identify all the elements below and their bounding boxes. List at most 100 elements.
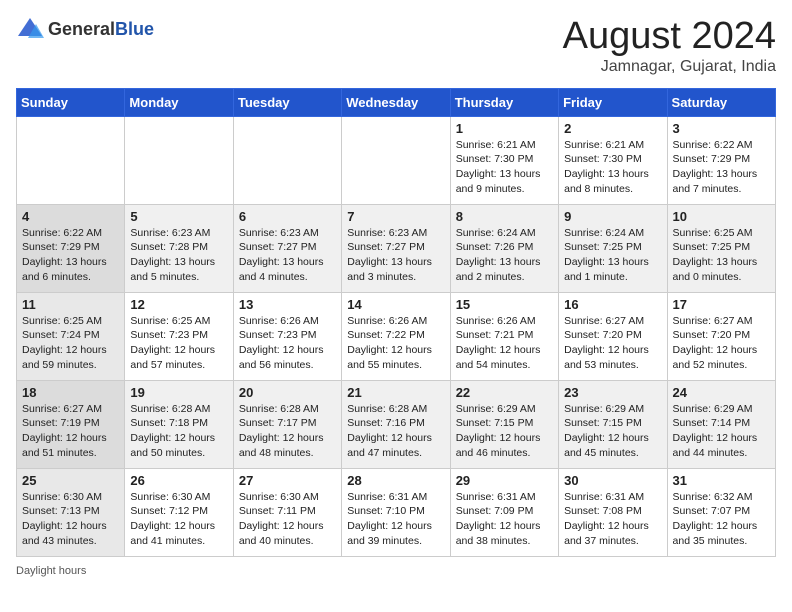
- table-cell: 17 Sunrise: 6:27 AM Sunset: 7:20 PM Dayli…: [667, 292, 775, 380]
- day-info: Sunrise: 6:30 AM Sunset: 7:13 PM Dayligh…: [22, 490, 119, 549]
- day-info: Sunrise: 6:24 AM Sunset: 7:26 PM Dayligh…: [456, 226, 553, 285]
- day-number: 23: [564, 385, 661, 400]
- header-saturday: Saturday: [667, 88, 775, 116]
- day-info: Sunrise: 6:27 AM Sunset: 7:20 PM Dayligh…: [673, 314, 770, 373]
- day-info: Sunrise: 6:23 AM Sunset: 7:27 PM Dayligh…: [347, 226, 444, 285]
- day-info: Sunrise: 6:29 AM Sunset: 7:15 PM Dayligh…: [456, 402, 553, 461]
- day-number: 31: [673, 473, 770, 488]
- day-info: Sunrise: 6:23 AM Sunset: 7:28 PM Dayligh…: [130, 226, 227, 285]
- table-cell: 23 Sunrise: 6:29 AM Sunset: 7:15 PM Dayli…: [559, 380, 667, 468]
- day-number: 17: [673, 297, 770, 312]
- day-info: Sunrise: 6:29 AM Sunset: 7:14 PM Dayligh…: [673, 402, 770, 461]
- day-info: Sunrise: 6:26 AM Sunset: 7:21 PM Dayligh…: [456, 314, 553, 373]
- calendar-body: 1 Sunrise: 6:21 AM Sunset: 7:30 PM Daylig…: [17, 116, 776, 556]
- day-number: 13: [239, 297, 336, 312]
- week-row-0: 1 Sunrise: 6:21 AM Sunset: 7:30 PM Daylig…: [17, 116, 776, 204]
- table-cell: 31 Sunrise: 6:32 AM Sunset: 7:07 PM Dayli…: [667, 468, 775, 556]
- day-info: Sunrise: 6:24 AM Sunset: 7:25 PM Dayligh…: [564, 226, 661, 285]
- table-cell: 16 Sunrise: 6:27 AM Sunset: 7:20 PM Dayli…: [559, 292, 667, 380]
- day-number: 20: [239, 385, 336, 400]
- table-cell: 14 Sunrise: 6:26 AM Sunset: 7:22 PM Dayli…: [342, 292, 450, 380]
- day-number: 29: [456, 473, 553, 488]
- day-number: 30: [564, 473, 661, 488]
- day-number: 3: [673, 121, 770, 136]
- day-info: Sunrise: 6:22 AM Sunset: 7:29 PM Dayligh…: [673, 138, 770, 197]
- week-row-1: 4Sunrise: 6:22 AM Sunset: 7:29 PM Daylig…: [17, 204, 776, 292]
- header-thursday: Thursday: [450, 88, 558, 116]
- table-cell: 18 Sunrise: 6:27 AM Sunset: 7:19 PM Dayli…: [17, 380, 125, 468]
- header-row: SundayMondayTuesdayWednesdayThursdayFrid…: [17, 88, 776, 116]
- day-number: 7: [347, 209, 444, 224]
- table-cell: 7 Sunrise: 6:23 AM Sunset: 7:27 PM Daylig…: [342, 204, 450, 292]
- day-number: 22: [456, 385, 553, 400]
- day-number: 2: [564, 121, 661, 136]
- table-cell: 3 Sunrise: 6:22 AM Sunset: 7:29 PM Daylig…: [667, 116, 775, 204]
- day-number: 24: [673, 385, 770, 400]
- day-number: 1: [456, 121, 553, 136]
- table-cell: 4Sunrise: 6:22 AM Sunset: 7:29 PM Daylig…: [17, 204, 125, 292]
- day-number: 25: [22, 473, 119, 488]
- header-tuesday: Tuesday: [233, 88, 341, 116]
- table-cell: 25 Sunrise: 6:30 AM Sunset: 7:13 PM Dayli…: [17, 468, 125, 556]
- table-cell: 11 Sunrise: 6:25 AM Sunset: 7:24 PM Dayli…: [17, 292, 125, 380]
- day-info: Sunrise: 6:26 AM Sunset: 7:22 PM Dayligh…: [347, 314, 444, 373]
- day-info: Sunrise: 6:31 AM Sunset: 7:09 PM Dayligh…: [456, 490, 553, 549]
- table-cell: 5 Sunrise: 6:23 AM Sunset: 7:28 PM Daylig…: [125, 204, 233, 292]
- day-number: 6: [239, 209, 336, 224]
- day-number: 11: [22, 297, 119, 312]
- table-cell: 27 Sunrise: 6:30 AM Sunset: 7:11 PM Dayli…: [233, 468, 341, 556]
- footer-text: Daylight hours: [16, 565, 86, 577]
- logo-general: GeneralBlue: [48, 20, 154, 40]
- day-number: 16: [564, 297, 661, 312]
- table-cell: 1Sunrise: 6:21 AM Sunset: 7:30 PM Daylig…: [450, 116, 558, 204]
- header-friday: Friday: [559, 88, 667, 116]
- day-info: Sunrise: 6:27 AM Sunset: 7:20 PM Dayligh…: [564, 314, 661, 373]
- calendar-header: SundayMondayTuesdayWednesdayThursdayFrid…: [17, 88, 776, 116]
- day-number: 10: [673, 209, 770, 224]
- table-cell: 20Sunrise: 6:28 AM Sunset: 7:17 PM Dayli…: [233, 380, 341, 468]
- day-info: Sunrise: 6:25 AM Sunset: 7:24 PM Dayligh…: [22, 314, 119, 373]
- day-number: 9: [564, 209, 661, 224]
- day-info: Sunrise: 6:31 AM Sunset: 7:08 PM Dayligh…: [564, 490, 661, 549]
- table-cell: [342, 116, 450, 204]
- day-info: Sunrise: 6:30 AM Sunset: 7:12 PM Dayligh…: [130, 490, 227, 549]
- day-number: 14: [347, 297, 444, 312]
- day-info: Sunrise: 6:29 AM Sunset: 7:15 PM Dayligh…: [564, 402, 661, 461]
- table-cell: 13Sunrise: 6:26 AM Sunset: 7:23 PM Dayli…: [233, 292, 341, 380]
- header-monday: Monday: [125, 88, 233, 116]
- day-info: Sunrise: 6:27 AM Sunset: 7:19 PM Dayligh…: [22, 402, 119, 461]
- table-cell: 2 Sunrise: 6:21 AM Sunset: 7:30 PM Daylig…: [559, 116, 667, 204]
- day-info: Sunrise: 6:32 AM Sunset: 7:07 PM Dayligh…: [673, 490, 770, 549]
- logo: GeneralBlue: [16, 16, 154, 44]
- table-cell: 28Sunrise: 6:31 AM Sunset: 7:10 PM Dayli…: [342, 468, 450, 556]
- day-number: 18: [22, 385, 119, 400]
- day-number: 12: [130, 297, 227, 312]
- table-cell: 30 Sunrise: 6:31 AM Sunset: 7:08 PM Dayli…: [559, 468, 667, 556]
- table-cell: 8 Sunrise: 6:24 AM Sunset: 7:26 PM Daylig…: [450, 204, 558, 292]
- day-number: 27: [239, 473, 336, 488]
- table-cell: 26 Sunrise: 6:30 AM Sunset: 7:12 PM Dayli…: [125, 468, 233, 556]
- table-cell: 12Sunrise: 6:25 AM Sunset: 7:23 PM Dayli…: [125, 292, 233, 380]
- title-block: August 2024 Jamnagar, Gujarat, India: [563, 16, 776, 76]
- day-info: Sunrise: 6:28 AM Sunset: 7:18 PM Dayligh…: [130, 402, 227, 461]
- day-number: 21: [347, 385, 444, 400]
- day-info: Sunrise: 6:28 AM Sunset: 7:16 PM Dayligh…: [347, 402, 444, 461]
- table-cell: 15Sunrise: 6:26 AM Sunset: 7:21 PM Dayli…: [450, 292, 558, 380]
- day-info: Sunrise: 6:25 AM Sunset: 7:25 PM Dayligh…: [673, 226, 770, 285]
- day-number: 5: [130, 209, 227, 224]
- table-cell: 6Sunrise: 6:23 AM Sunset: 7:27 PM Daylig…: [233, 204, 341, 292]
- day-info: Sunrise: 6:31 AM Sunset: 7:10 PM Dayligh…: [347, 490, 444, 549]
- day-number: 26: [130, 473, 227, 488]
- day-info: Sunrise: 6:21 AM Sunset: 7:30 PM Dayligh…: [564, 138, 661, 197]
- page-header: GeneralBlue August 2024 Jamnagar, Gujara…: [16, 16, 776, 76]
- week-row-2: 11 Sunrise: 6:25 AM Sunset: 7:24 PM Dayli…: [17, 292, 776, 380]
- day-info: Sunrise: 6:30 AM Sunset: 7:11 PM Dayligh…: [239, 490, 336, 549]
- day-number: 8: [456, 209, 553, 224]
- table-cell: 10 Sunrise: 6:25 AM Sunset: 7:25 PM Dayli…: [667, 204, 775, 292]
- table-cell: 9 Sunrise: 6:24 AM Sunset: 7:25 PM Daylig…: [559, 204, 667, 292]
- table-cell: 24 Sunrise: 6:29 AM Sunset: 7:14 PM Dayli…: [667, 380, 775, 468]
- header-sunday: Sunday: [17, 88, 125, 116]
- table-cell: 22 Sunrise: 6:29 AM Sunset: 7:15 PM Dayli…: [450, 380, 558, 468]
- table-cell: 21 Sunrise: 6:28 AM Sunset: 7:16 PM Dayli…: [342, 380, 450, 468]
- day-number: 4: [22, 209, 119, 224]
